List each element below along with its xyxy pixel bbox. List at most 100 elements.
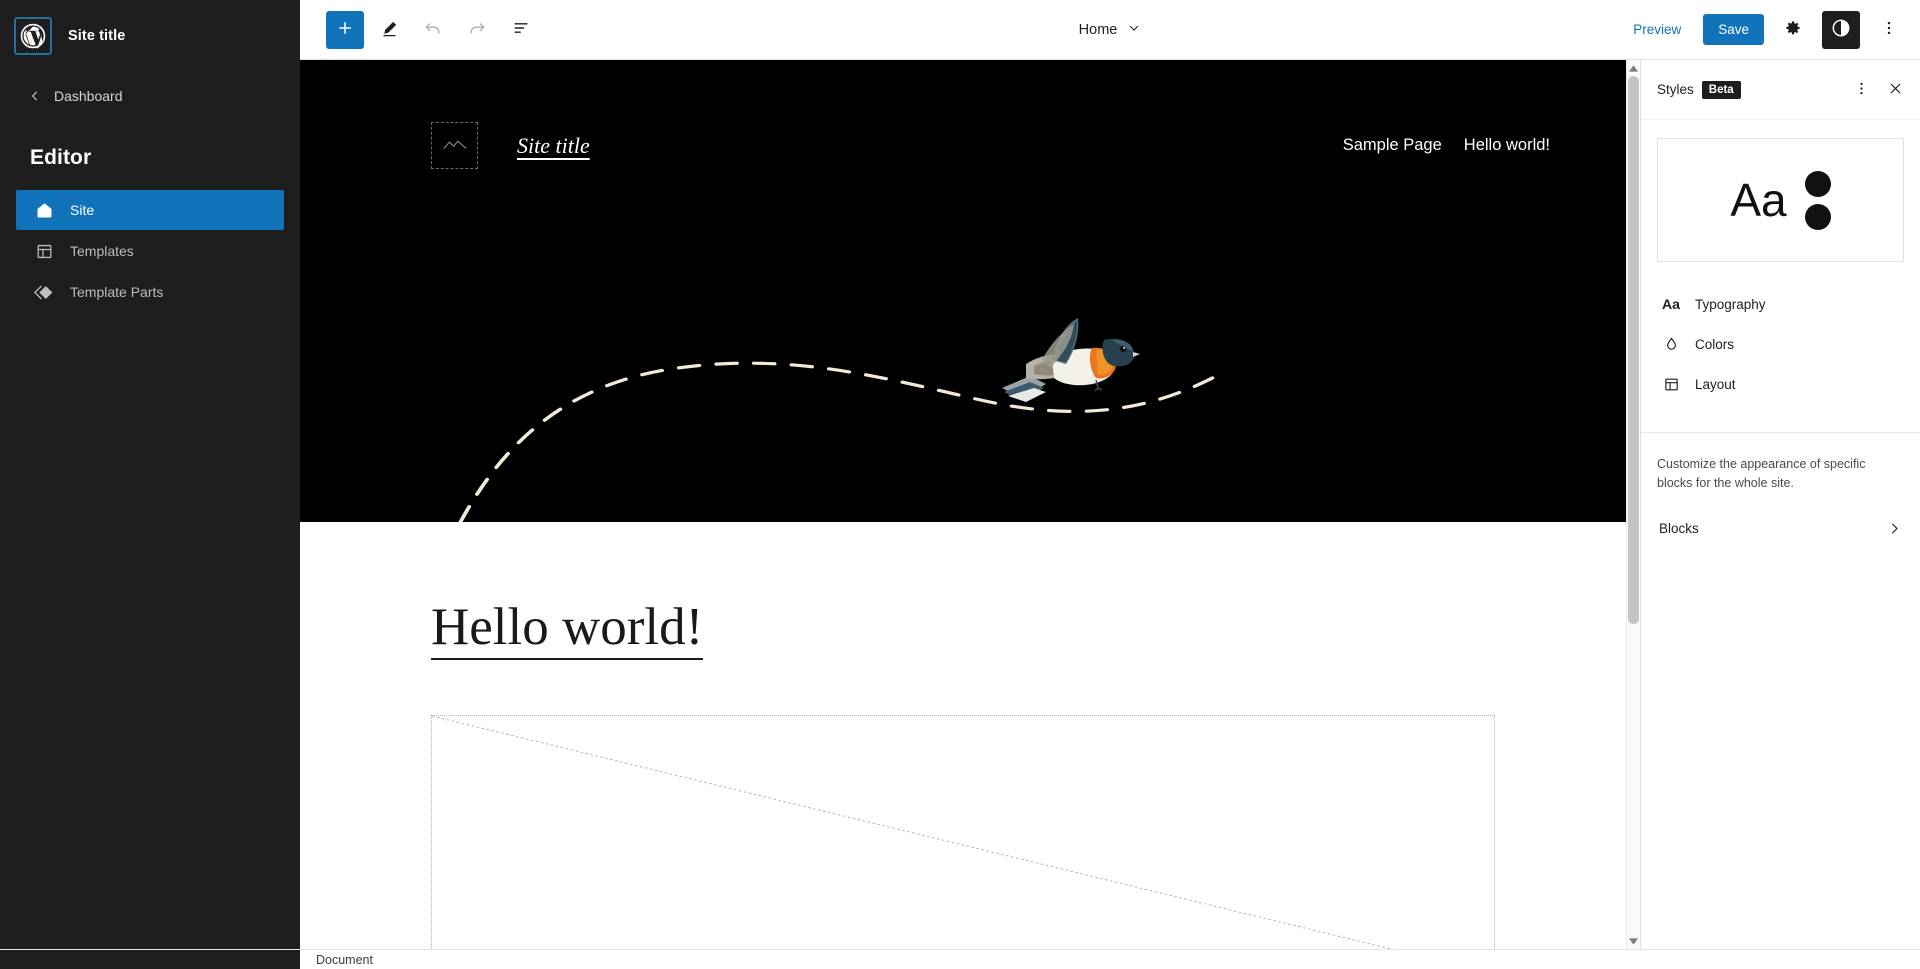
- layout-icon: [1659, 376, 1683, 393]
- sidebar-back-label: Dashboard: [54, 88, 123, 104]
- post-title[interactable]: Hello world!: [431, 599, 704, 660]
- aa-typography-icon: Aa: [1662, 296, 1680, 312]
- sidebar-nav: Site Templates Template Parts: [0, 190, 300, 312]
- close-x-icon: [1887, 80, 1904, 100]
- nav-link-sample-page[interactable]: Sample Page: [1343, 136, 1442, 155]
- document-name: Home: [1078, 21, 1118, 38]
- styles-item-layout[interactable]: Layout: [1647, 364, 1914, 404]
- styles-item-label: Colors: [1695, 336, 1735, 352]
- sidebar-item-template-parts[interactable]: Template Parts: [16, 272, 284, 312]
- kebab-menu-icon: [1853, 80, 1870, 100]
- styles-menu: Aa Typography Colors Layout: [1641, 284, 1920, 404]
- styles-panel-title: Styles: [1657, 82, 1694, 97]
- tools-edit-button[interactable]: [370, 11, 408, 49]
- sidebar-item-site[interactable]: Site: [16, 190, 284, 230]
- styles-item-typography[interactable]: Aa Typography: [1647, 284, 1914, 324]
- kebab-menu-icon: [1880, 19, 1898, 40]
- sidebar-site-title: Site title: [68, 28, 126, 44]
- layout-template-icon: [32, 239, 56, 263]
- list-view-icon: [511, 18, 531, 41]
- undo-arrow-icon: [423, 18, 443, 41]
- toolbar-right-group: Preview Save: [1619, 10, 1908, 49]
- more-options-button[interactable]: [1870, 11, 1908, 49]
- chevron-right-icon: [1887, 521, 1902, 536]
- redo-button[interactable]: [458, 11, 496, 49]
- style-preview-sample-text: Aa: [1730, 174, 1787, 226]
- sidebar-item-label: Site: [70, 202, 95, 218]
- wordpress-logo-button[interactable]: [14, 17, 52, 55]
- canvas-scrollbar-track[interactable]: [1627, 76, 1641, 933]
- editor-toolbar: Home Preview Save: [300, 0, 1920, 60]
- chevron-down-icon: [1127, 21, 1141, 39]
- contrast-half-circle-icon: [1830, 17, 1852, 42]
- add-block-button[interactable]: [326, 10, 364, 49]
- editor-body-split: Site title Dashboard Editor Site Templat…: [0, 0, 1920, 949]
- plus-icon: [336, 19, 354, 40]
- droplet-icon: [1659, 336, 1683, 353]
- image-placeholder-icon: [441, 132, 469, 159]
- wordpress-site-editor: Site title Dashboard Editor Site Templat…: [0, 0, 1920, 969]
- sidebar-item-label: Template Parts: [70, 284, 164, 300]
- placeholder-diagonal-line: [432, 715, 1395, 949]
- editor-work-row: Site title Sample Page Hello world! Hell…: [300, 60, 1920, 949]
- site-logo-placeholder[interactable]: [431, 122, 478, 169]
- post-content-area[interactable]: Hello world!: [300, 522, 1626, 949]
- styles-close-button[interactable]: [1878, 73, 1912, 107]
- sidebar-back-to-dashboard[interactable]: Dashboard: [0, 82, 300, 110]
- pencil-icon: [380, 19, 399, 41]
- site-header-row: Site title Sample Page Hello world!: [300, 60, 1626, 169]
- sidebar-header: Site title: [0, 0, 300, 60]
- style-preview-card[interactable]: Aa: [1657, 138, 1904, 262]
- list-view-button[interactable]: [502, 11, 540, 49]
- sidebar-item-templates[interactable]: Templates: [16, 231, 284, 271]
- styles-item-blocks[interactable]: Blocks: [1647, 509, 1914, 549]
- undo-button[interactable]: [414, 11, 452, 49]
- beta-badge: Beta: [1701, 80, 1741, 99]
- sidebar-item-label: Templates: [70, 243, 134, 259]
- image-block-placeholder[interactable]: [431, 714, 1495, 949]
- status-bar-sidebar-spacer: [0, 949, 300, 969]
- styles-panel-header-actions: [1844, 73, 1912, 107]
- bird-illustration: [1002, 318, 1140, 402]
- styles-more-menu-button[interactable]: [1844, 73, 1878, 107]
- post-title-wrap: Hello world!: [431, 599, 1495, 660]
- color-swatch: [1804, 170, 1831, 197]
- gear-icon: [1783, 18, 1803, 41]
- editor-status-bar: Document: [0, 949, 1920, 969]
- styles-toggle-button[interactable]: [1822, 10, 1860, 49]
- settings-button[interactable]: [1774, 11, 1812, 49]
- styles-item-label: Typography: [1695, 296, 1766, 312]
- scroll-down-arrow-icon[interactable]: [1627, 933, 1641, 949]
- toolbar-left-group: [326, 10, 540, 49]
- chevron-left-icon: [28, 89, 42, 103]
- hero-site-title[interactable]: Site title: [517, 133, 590, 159]
- color-swatch: [1804, 203, 1831, 230]
- blocks-label: Blocks: [1659, 521, 1699, 536]
- nav-link-hello-world[interactable]: Hello world!: [1464, 136, 1550, 155]
- styles-item-label: Layout: [1695, 376, 1736, 392]
- editor-main: Home Preview Save Site title Sample Page…: [300, 0, 1920, 949]
- status-document-label: Document: [316, 952, 373, 967]
- hero-header-block[interactable]: Site title Sample Page Hello world!: [300, 60, 1626, 522]
- diamond-icon: [32, 280, 56, 304]
- document-switcher-button[interactable]: Home: [1069, 15, 1152, 45]
- styles-panel-body: Aa Aa Typography Colors Layout Customize…: [1641, 120, 1920, 949]
- hero-navigation: Sample Page Hello world!: [1343, 136, 1550, 155]
- canvas-scrollbar-thumb[interactable]: [1627, 76, 1639, 625]
- sidebar-section-title: Editor: [30, 146, 92, 169]
- editor-canvas[interactable]: Site title Sample Page Hello world! Hell…: [300, 60, 1626, 949]
- styles-panel-header: Styles Beta: [1641, 60, 1920, 120]
- wordpress-logo-icon: [20, 23, 46, 49]
- style-preview-swatches: [1804, 170, 1831, 230]
- save-button[interactable]: Save: [1703, 14, 1764, 45]
- redo-arrow-icon: [467, 18, 487, 41]
- styles-sidebar: Styles Beta Aa Aa Typography Colors Layo…: [1640, 60, 1920, 949]
- blocks-section-description: Customize the appearance of specific blo…: [1657, 457, 1866, 490]
- styles-item-colors[interactable]: Colors: [1647, 324, 1914, 364]
- canvas-scrollbar[interactable]: [1626, 60, 1640, 949]
- editor-canvas-wrapper: Site title Sample Page Hello world! Hell…: [300, 60, 1640, 949]
- scroll-up-arrow-icon[interactable]: [1627, 60, 1641, 76]
- navigation-sidebar: Site title Dashboard Editor Site Templat…: [0, 0, 300, 949]
- home-icon: [32, 198, 56, 222]
- preview-button[interactable]: Preview: [1619, 14, 1695, 45]
